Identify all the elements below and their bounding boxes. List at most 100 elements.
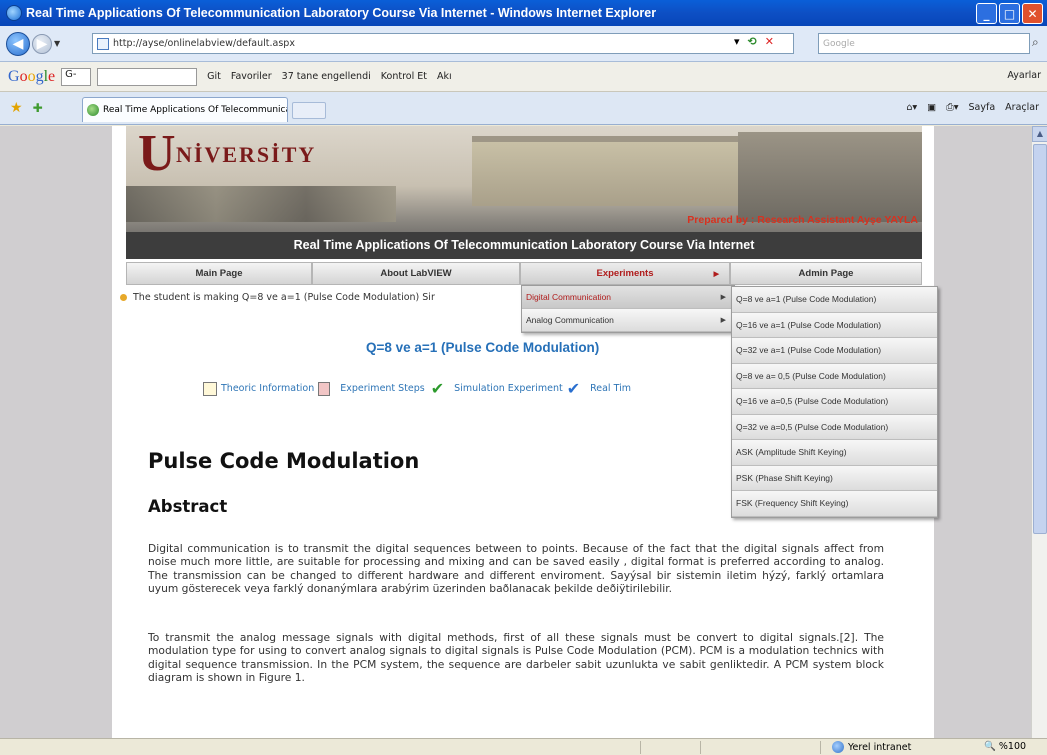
menu-label: Main Page [195, 268, 243, 279]
search-icon[interactable]: ⌕ [1032, 35, 1039, 50]
print-icon[interactable]: ⎙▾ [946, 102, 958, 113]
submenu-item[interactable]: Q=8 ve a=1 (Pulse Code Modulation) [732, 287, 937, 313]
popup-blocker[interactable]: 37 tane engellendi [282, 71, 371, 82]
menu-admin-page[interactable]: Admin Page [730, 262, 922, 285]
menu-experiments[interactable]: Experiments ▶ [520, 262, 730, 285]
window-controls: _ □ ✕ [976, 3, 1043, 24]
menu-label: About LabVIEW [380, 268, 452, 279]
address-tools: ▾ ⟲ ✕ [734, 35, 774, 48]
add-favorite-icon[interactable]: ✚ [33, 101, 43, 115]
submenu-item[interactable]: Q=32 ve a=1 (Pulse Code Modulation) [732, 338, 937, 364]
history-dropdown-icon[interactable]: ▼ [54, 39, 60, 48]
google-toolbar: Google G- Git Favoriler 37 tane engellen… [0, 62, 1047, 92]
menu-label: Experiments [596, 268, 654, 279]
checkmark-icon: ✔ [430, 379, 445, 398]
banner-photo [126, 186, 396, 222]
bullet-icon [120, 294, 127, 301]
submenu-item[interactable]: ASK (Amplitude Shift Keying) [732, 440, 937, 466]
intranet-icon [832, 741, 844, 753]
google-go-button[interactable]: Git [207, 71, 221, 82]
pdf-icon [318, 381, 331, 396]
url-dropdown-icon[interactable]: ▾ [734, 35, 740, 48]
tab-active[interactable]: Real Time Applications Of Telecommunicat… [82, 97, 288, 122]
prepared-by: Prepared by : Research Assistant Ayşe YA… [687, 214, 918, 226]
status-bar: Yerel intranet 🔍 %100 [0, 738, 1047, 755]
university-logo-letter: U [138, 126, 176, 182]
home-icon[interactable]: ⌂▾ [906, 102, 917, 113]
title-bar: Real Time Applications Of Telecommunicat… [0, 0, 1047, 26]
close-button[interactable]: ✕ [1022, 3, 1043, 24]
spellcheck-button[interactable]: Kontrol Et [381, 71, 427, 82]
submenu-item[interactable]: Q=32 ve a=0,5 (Pulse Code Modulation) [732, 414, 937, 440]
google-search-field[interactable] [97, 67, 198, 86]
section-heading-abstract: Abstract [148, 497, 228, 516]
favorites-menu[interactable]: Favoriler [231, 71, 272, 82]
address-bar: ◀ ▶ ▼ http://ayse/onlinelabview/default.… [0, 26, 1047, 62]
submenu-item[interactable]: FSK (Frequency Shift Keying) [732, 491, 937, 517]
search-input[interactable]: Google [818, 33, 1030, 54]
status-divider [700, 741, 701, 754]
google-logo: Google [8, 67, 56, 85]
tools-menu[interactable]: Araçlar [1005, 102, 1039, 113]
tab-bar: ★ ✚ Real Time Applications Of Telecommun… [0, 92, 1047, 125]
zoom-level[interactable]: 🔍 %100 [984, 741, 1026, 752]
experiment-title: Q=8 ve a=1 (Pulse Code Modulation) [366, 340, 600, 355]
experiments-dropdown: Digital Communication ▶ Analog Communicat… [521, 285, 735, 333]
maximize-button[interactable]: □ [999, 3, 1020, 24]
feeds-icon[interactable]: ▣ [927, 102, 936, 113]
toolbar-settings[interactable]: Ayarlar [1007, 70, 1041, 81]
course-title: Real Time Applications Of Telecommunicat… [126, 232, 922, 259]
submenu-item[interactable]: Q=8 ve a= 0,5 (Pulse Code Modulation) [732, 363, 937, 389]
scroll-up-icon[interactable]: ▲ [1032, 126, 1047, 142]
link-simulation-experiment[interactable]: Simulation Experiment [454, 383, 563, 394]
send-to-button[interactable]: Akı [437, 71, 452, 82]
ie-logo-icon [6, 5, 22, 21]
google-toolbar-menu[interactable]: G- [61, 67, 92, 86]
status-divider [820, 741, 821, 754]
menu-main-page[interactable]: Main Page [126, 262, 312, 285]
security-zone[interactable]: Yerel intranet [832, 741, 911, 753]
site-menu: Main Page About LabVIEW Experiments ▶ Adm… [126, 262, 922, 285]
scroll-thumb[interactable] [1033, 144, 1047, 534]
forward-button[interactable]: ▶ [32, 33, 52, 54]
page-heading: Pulse Code Modulation [148, 449, 420, 473]
document-icon [203, 381, 217, 396]
submenu-item[interactable]: Q=16 ve a=1 (Pulse Code Modulation) [732, 312, 937, 338]
banner-building-photo-2 [738, 132, 922, 222]
status-marquee: The student is making Q=8 ve a=1 (Pulse … [120, 292, 435, 303]
page-icon [97, 37, 109, 50]
menu-digital-communication[interactable]: Digital Communication ▶ [522, 286, 734, 309]
paragraph-2: To transmit the analog message signals w… [148, 631, 884, 684]
refresh-icon[interactable]: ⟲ [748, 35, 757, 48]
menu-about-labview[interactable]: About LabVIEW [312, 262, 520, 285]
menu-label: Admin Page [798, 268, 854, 279]
search-placeholder: Google [823, 38, 855, 49]
link-experiment-steps[interactable]: Experiment Steps [340, 383, 425, 394]
site-banner: U NİVERSİTY Prepared by : Research Assis… [126, 126, 922, 259]
command-bar: ⌂▾ ▣ ⎙▾ Sayfa Araçlar [906, 102, 1039, 113]
window-title: Real Time Applications Of Telecommunicat… [26, 6, 657, 20]
new-tab-button[interactable] [292, 102, 326, 119]
banner-building-photo [472, 136, 742, 206]
submenu-arrow-icon: ▶ [720, 317, 726, 324]
minimize-button[interactable]: _ [976, 3, 997, 24]
university-logo-text: NİVERSİTY [176, 142, 317, 167]
vertical-scrollbar[interactable]: ▲ [1031, 126, 1047, 738]
browser-viewport: U NİVERSİTY Prepared by : Research Assis… [0, 126, 1047, 738]
back-button[interactable]: ◀ [6, 31, 30, 56]
link-theoric-information[interactable]: Theoric Information [221, 383, 314, 394]
favorites-star-icon[interactable]: ★ [10, 100, 23, 116]
link-real-time-experiment[interactable]: Real Tim [590, 383, 631, 394]
marquee-text: The student is making Q=8 ve a=1 (Pulse … [133, 292, 435, 303]
url-input[interactable]: http://ayse/onlinelabview/default.aspx [92, 33, 794, 54]
zoom-label: %100 [998, 741, 1027, 752]
submenu-item[interactable]: Q=16 ve a=0,5 (Pulse Code Modulation) [732, 389, 937, 415]
menu-label: Digital Communication [526, 292, 612, 302]
zone-label: Yerel intranet [848, 741, 912, 753]
submenu-item[interactable]: PSK (Phase Shift Keying) [732, 465, 937, 491]
page-menu[interactable]: Sayfa [969, 102, 996, 113]
menu-analog-communication[interactable]: Analog Communication ▶ [522, 309, 734, 332]
paragraph-1: Digital communication is to transmit the… [148, 542, 884, 595]
stop-icon[interactable]: ✕ [765, 35, 774, 48]
web-page: U NİVERSİTY Prepared by : Research Assis… [112, 126, 938, 738]
